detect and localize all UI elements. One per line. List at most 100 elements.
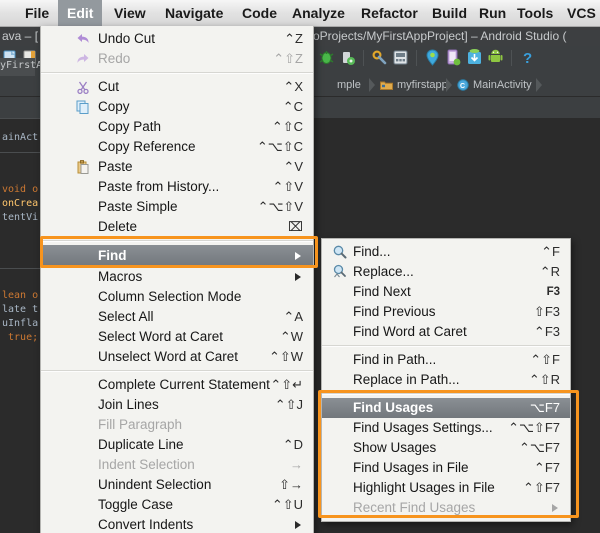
submenu-accel-find-next: F3 — [546, 286, 560, 298]
chevron-right-icon-recent-find-usages — [552, 504, 558, 512]
menubar-item-file[interactable]: File — [16, 0, 58, 26]
breadcrumb-label-1: myfirstapp — [397, 79, 448, 91]
menubar-item-refactor[interactable]: Refactor — [352, 0, 427, 26]
submenu-item-recent-find-usages[interactable]: Recent Find Usages — [322, 498, 570, 518]
avd-manager-icon[interactable] — [392, 48, 409, 67]
toolbar-separator-3 — [511, 49, 512, 66]
menubar-item-edit[interactable]: Edit — [58, 0, 103, 26]
menu-accel-duplicate-line: ⌃D — [282, 437, 303, 452]
menu-item-redo[interactable]: Redo ⌃⇧Z — [41, 49, 313, 69]
menu-label-column-selection-mode: Column Selection Mode — [98, 289, 242, 304]
menu-item-find[interactable]: Find — [41, 245, 313, 267]
menu-label-copy: Copy — [98, 99, 130, 114]
submenu-item-find-next[interactable]: Find Next F3 — [322, 282, 570, 302]
menubar-item-tools[interactable]: Tools — [508, 0, 562, 26]
submenu-label-find-usages-in-file: Find Usages in File — [353, 460, 469, 475]
code-line-4: lean o — [2, 290, 39, 301]
sdk-manager-icon[interactable] — [371, 48, 388, 67]
submenu-item-replace-in-path[interactable]: Replace in Path... ⌃⇧R — [322, 370, 570, 390]
folder-icon — [380, 80, 393, 91]
menu-item-unindent-selection[interactable]: Unindent Selection ⇧→ — [41, 475, 313, 495]
submenu-label-show-usages: Show Usages — [353, 440, 437, 455]
menu-item-toggle-case[interactable]: Toggle Case ⌃⇧U — [41, 495, 313, 515]
menu-separator-1 — [41, 72, 313, 74]
menu-label-paste-simple: Paste Simple — [98, 199, 178, 214]
paste-icon — [75, 159, 91, 175]
device-monitor-icon[interactable] — [445, 48, 462, 67]
menubar-item-vcs[interactable]: VCS — [558, 0, 600, 26]
breadcrumb-item-1[interactable]: myfirstapp — [380, 74, 448, 96]
submenu-label-find-usages-settings: Find Usages Settings... — [353, 420, 493, 435]
svg-text:?: ? — [523, 50, 532, 67]
menu-label-duplicate-line: Duplicate Line — [98, 437, 184, 452]
replace-icon — [332, 264, 348, 280]
menu-item-paste-from-history[interactable]: Paste from History... ⌃⇧V — [41, 177, 313, 197]
submenu-item-find[interactable]: Find... ⌃F — [322, 242, 570, 262]
class-icon: C — [457, 79, 469, 91]
menu-item-unselect-word-at-caret[interactable]: Unselect Word at Caret ⌃⇧W — [41, 347, 313, 367]
submenu-accel-find-usages-settings: ⌃⌥⇧F7 — [508, 420, 560, 435]
menu-label-undo-cut: Undo Cut — [98, 31, 156, 46]
menubar-item-code[interactable]: Code — [233, 0, 286, 26]
sdk-download-icon[interactable] — [466, 48, 483, 67]
menu-item-indent-selection[interactable]: Indent Selection → — [41, 455, 313, 475]
menu-accel-select-word-at-caret: ⌃W — [279, 329, 303, 344]
submenu-item-find-usages-settings[interactable]: Find Usages Settings... ⌃⌥⇧F7 — [322, 418, 570, 438]
find-submenu: Find... ⌃F Replace... ⌃R Find Next F3 Fi… — [321, 238, 571, 522]
submenu-item-find-usages-in-file[interactable]: Find Usages in File ⌃F7 — [322, 458, 570, 478]
submenu-label-find-word-at-caret: Find Word at Caret — [353, 324, 467, 339]
menu-label-join-lines: Join Lines — [98, 397, 159, 412]
submenu-item-find-usages[interactable]: Find Usages ⌥F7 — [322, 398, 570, 418]
toolbar-separator — [363, 49, 364, 66]
help-icon[interactable]: ? — [519, 48, 536, 67]
menu-item-convert-indents[interactable]: Convert Indents — [41, 515, 313, 533]
menu-item-paste-simple[interactable]: Paste Simple ⌃⌥⇧V — [41, 197, 313, 217]
menu-item-select-all[interactable]: Select All ⌃A — [41, 307, 313, 327]
breadcrumb-item-2[interactable]: C MainActivity — [457, 74, 532, 96]
menu-item-duplicate-line[interactable]: Duplicate Line ⌃D — [41, 435, 313, 455]
submenu-label-recent-find-usages: Recent Find Usages — [353, 500, 476, 515]
submenu-item-find-in-path[interactable]: Find in Path... ⌃⇧F — [322, 350, 570, 370]
menu-item-column-selection-mode[interactable]: Column Selection Mode — [41, 287, 313, 307]
submenu-item-find-previous[interactable]: Find Previous ⇧F3 — [322, 302, 570, 322]
submenu-item-replace[interactable]: Replace... ⌃R — [322, 262, 570, 282]
edit-menu: Undo Cut ⌃Z Redo ⌃⇧Z Cut ⌃X Copy ⌃C Copy… — [40, 26, 314, 533]
breadcrumb-item-0[interactable]: mple — [337, 74, 361, 96]
menu-item-select-word-at-caret[interactable]: Select Word at Caret ⌃W — [41, 327, 313, 347]
code-line-5: late t — [2, 304, 39, 315]
menu-item-copy-reference[interactable]: Copy Reference ⌃⌥⇧C — [41, 137, 313, 157]
submenu-item-show-usages[interactable]: Show Usages ⌃⌥F7 — [322, 438, 570, 458]
submenu-label-replace-in-path: Replace in Path... — [353, 372, 460, 387]
location-pin-icon[interactable] — [424, 48, 441, 67]
menu-item-copy-path[interactable]: Copy Path ⌃⇧C — [41, 117, 313, 137]
debug-icon[interactable] — [318, 48, 335, 67]
submenu-item-highlight-usages-in-file[interactable]: Highlight Usages in File ⌃⇧F7 — [322, 478, 570, 498]
android-robot-icon[interactable] — [487, 48, 504, 67]
menu-item-fill-paragraph[interactable]: Fill Paragraph — [41, 415, 313, 435]
menubar-item-analyze[interactable]: Analyze — [283, 0, 354, 26]
menu-item-macros[interactable]: Macros — [41, 267, 313, 287]
copy-icon — [75, 99, 91, 115]
menu-item-undo-cut[interactable]: Undo Cut ⌃Z — [41, 29, 313, 49]
menubar-item-view[interactable]: View — [105, 0, 155, 26]
menu-accel-join-lines: ⌃⇧J — [274, 397, 303, 412]
submenu-accel-show-usages: ⌃⌥F7 — [518, 440, 560, 455]
menu-item-complete-current-statement[interactable]: Complete Current Statement ⌃⇧↵ — [41, 375, 313, 395]
submenu-label-find-previous: Find Previous — [353, 304, 436, 319]
menu-item-cut[interactable]: Cut ⌃X — [41, 77, 313, 97]
menubar-item-build[interactable]: Build — [423, 0, 476, 26]
submenu-label-replace: Replace... — [353, 264, 414, 279]
stop-icon[interactable] — [339, 48, 356, 67]
menu-item-copy[interactable]: Copy ⌃C — [41, 97, 313, 117]
menu-item-paste[interactable]: Paste ⌃V — [41, 157, 313, 177]
window-title-left: ava – [ — [2, 29, 39, 43]
submenu-item-find-word-at-caret[interactable]: Find Word at Caret ⌃F3 — [322, 322, 570, 342]
chevron-right-icon — [295, 252, 301, 260]
menu-accel-copy-reference: ⌃⌥⇧C — [256, 139, 303, 154]
menu-item-join-lines[interactable]: Join Lines ⌃⇧J — [41, 395, 313, 415]
menu-item-delete[interactable]: Delete ⌧ — [41, 217, 313, 237]
menu-accel-copy-path: ⌃⇧C — [271, 119, 303, 134]
menubar-item-navigate[interactable]: Navigate — [156, 0, 232, 26]
submenu-accel-find-usages-in-file: ⌃F7 — [533, 460, 560, 475]
menu-accel-delete: ⌧ — [288, 219, 303, 234]
